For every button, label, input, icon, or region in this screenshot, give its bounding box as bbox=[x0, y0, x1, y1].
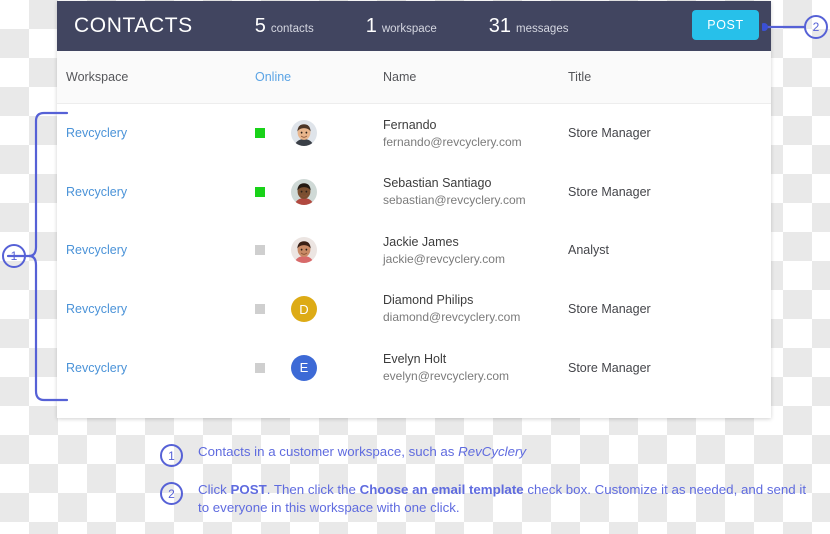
cell-online: E bbox=[255, 354, 383, 381]
status-offline-icon bbox=[255, 304, 265, 315]
contact-name: Evelyn Holt bbox=[383, 351, 447, 366]
header-stats: 5 contacts 1 workspace 31 messages bbox=[255, 15, 621, 38]
cell-workspace: Revcyclery bbox=[57, 241, 255, 259]
status-offline-icon bbox=[255, 362, 265, 373]
note-marker-1: 1 bbox=[160, 444, 183, 467]
workspace-link[interactable]: Revcyclery bbox=[66, 185, 127, 199]
contact-title: Store Manager bbox=[568, 302, 651, 317]
column-header-title: Title bbox=[568, 70, 592, 84]
callout-marker-2: 2 bbox=[804, 15, 828, 39]
workspace-link[interactable]: Revcyclery bbox=[66, 361, 127, 375]
contacts-card: CONTACTS 5 contacts 1 workspace 31 messa… bbox=[57, 1, 771, 418]
cell-name: Evelyn Holt evelyn@revcyclery.com bbox=[383, 350, 568, 386]
status-online-icon bbox=[255, 128, 265, 139]
stat-workspace-value: 1 bbox=[365, 14, 377, 37]
table-header-row: Workspace Online Name Title bbox=[57, 51, 771, 104]
avatar[interactable]: D bbox=[291, 296, 317, 323]
note-fragment: RevCyclery bbox=[458, 444, 527, 459]
cell-workspace: Revcyclery bbox=[57, 359, 255, 377]
note-text: Click POST. Then click the Choose an ema… bbox=[198, 481, 820, 517]
workspace-link[interactable]: Revcyclery bbox=[66, 243, 127, 257]
annotation-note: 1 Contacts in a customer workspace, such … bbox=[160, 443, 820, 467]
avatar[interactable] bbox=[291, 120, 317, 147]
cell-name: Diamond Philips diamond@revcyclery.com bbox=[383, 291, 568, 327]
avatar[interactable]: E bbox=[291, 354, 317, 381]
table-row[interactable]: Revcyclery Jackie James jackie@revcyclery.… bbox=[57, 221, 771, 280]
stat-contacts-value: 5 bbox=[254, 14, 266, 37]
note-fragment: POST bbox=[230, 482, 267, 497]
post-button[interactable]: POST bbox=[692, 10, 759, 40]
contact-title: Store Manager bbox=[568, 360, 651, 375]
stat-workspace-label: workspace bbox=[381, 22, 437, 35]
table-row[interactable]: Revcyclery D Diamond Philips diamond@revcyc… bbox=[57, 279, 771, 339]
cell-name: Jackie James jackie@revcyclery.com bbox=[383, 233, 568, 269]
pointer-line-icon bbox=[760, 23, 806, 31]
annotation-notes: 1 Contacts in a customer workspace, such … bbox=[160, 443, 820, 531]
stat-messages-value: 31 bbox=[488, 14, 512, 37]
avatar[interactable] bbox=[291, 178, 317, 205]
contact-email[interactable]: diamond@revcyclery.com bbox=[383, 309, 568, 326]
cell-title: Store Manager bbox=[568, 183, 758, 201]
cell-title: Store Manager bbox=[568, 300, 758, 318]
contact-name: Diamond Philips bbox=[383, 293, 474, 308]
avatar[interactable] bbox=[291, 237, 317, 264]
cell-title: Analyst bbox=[568, 241, 758, 259]
note-fragment: Choose an email template bbox=[359, 482, 524, 497]
cell-workspace: Revcyclery bbox=[57, 124, 255, 142]
status-offline-icon bbox=[255, 245, 265, 256]
cell-name: Fernando fernando@revcyclery.com bbox=[383, 116, 568, 152]
cell-workspace: Revcyclery bbox=[57, 183, 255, 201]
note-fragment: Click bbox=[198, 482, 231, 497]
contact-name: Fernando bbox=[383, 117, 437, 132]
page-title: CONTACTS bbox=[74, 14, 193, 37]
stat-messages: 31 messages bbox=[489, 15, 569, 38]
cell-title: Store Manager bbox=[568, 124, 758, 142]
contact-email[interactable]: sebastian@revcyclery.com bbox=[383, 192, 568, 209]
column-header-name: Name bbox=[383, 70, 417, 84]
note-marker-2: 2 bbox=[160, 482, 183, 505]
contact-title: Store Manager bbox=[568, 126, 651, 141]
contact-title: Store Manager bbox=[568, 184, 651, 199]
column-header-online[interactable]: Online bbox=[255, 70, 291, 84]
table-row[interactable]: Revcyclery Sebastian Santiago sebastian@re… bbox=[57, 162, 771, 222]
table-row[interactable]: Revcyclery Fernando fernando@revcyclery.co… bbox=[57, 104, 771, 163]
column-header-workspace: Workspace bbox=[66, 70, 129, 84]
contact-email[interactable]: evelyn@revcyclery.com bbox=[383, 368, 568, 385]
note-text: Contacts in a customer workspace, such a… bbox=[198, 443, 526, 461]
contact-email[interactable]: jackie@revcyclery.com bbox=[383, 251, 568, 268]
contact-name: Sebastian Santiago bbox=[383, 176, 492, 191]
cell-online bbox=[255, 120, 383, 147]
contacts-table-body: Revcyclery Fernando fernando@revcyclery.co… bbox=[57, 104, 771, 397]
contact-name: Jackie James bbox=[383, 234, 459, 249]
status-online-icon bbox=[255, 186, 265, 197]
cell-workspace: Revcyclery bbox=[57, 300, 255, 318]
table-row[interactable]: Revcyclery E Evelyn Holt evelyn@revcyclery.… bbox=[57, 338, 771, 397]
stat-contacts-label: contacts bbox=[270, 22, 314, 35]
workspace-link[interactable]: Revcyclery bbox=[66, 302, 127, 316]
cell-online: D bbox=[255, 296, 383, 323]
contact-title: Analyst bbox=[568, 243, 609, 258]
cell-name: Sebastian Santiago sebastian@revcyclery.c… bbox=[383, 174, 568, 210]
note-fragment: Contacts in a customer workspace, such a… bbox=[198, 444, 459, 459]
cell-online bbox=[255, 178, 383, 205]
cell-title: Store Manager bbox=[568, 359, 758, 377]
note-fragment: . Then click the bbox=[266, 482, 360, 497]
contact-email[interactable]: fernando@revcyclery.com bbox=[383, 134, 568, 151]
app-header-bar: CONTACTS 5 contacts 1 workspace 31 messa… bbox=[57, 1, 771, 51]
stat-messages-label: messages bbox=[516, 22, 569, 35]
stat-workspace: 1 workspace bbox=[366, 15, 437, 38]
callout-marker-1: 1 bbox=[2, 244, 26, 268]
cell-online bbox=[255, 237, 383, 264]
workspace-link[interactable]: Revcyclery bbox=[66, 126, 127, 140]
annotation-note: 2 Click POST. Then click the Choose an em… bbox=[160, 481, 820, 517]
stat-contacts: 5 contacts bbox=[255, 15, 314, 38]
callout-two-pointer: 2 bbox=[760, 8, 830, 46]
